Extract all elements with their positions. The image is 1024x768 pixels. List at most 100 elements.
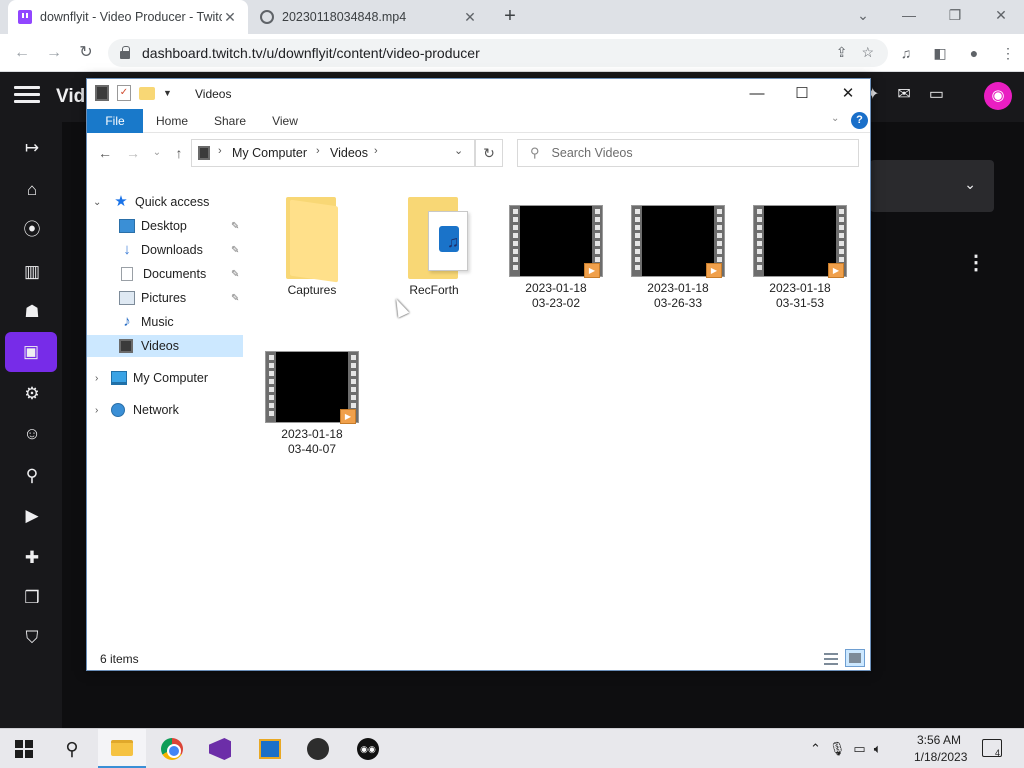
search-input[interactable]: ⚲ Search Videos [517,139,859,167]
taskbar-obs[interactable] [294,729,342,768]
close-icon[interactable]: ✕ [825,79,871,109]
taskbar-recorder[interactable]: ◉◉ [344,729,392,768]
side-panel-icon[interactable]: ◧ [928,41,952,65]
breadcrumb-separator-icon[interactable]: › [218,145,222,157]
recent-locations-icon[interactable]: ⌄ [147,143,167,163]
breadcrumb-separator-icon[interactable]: › [316,145,320,157]
nav-videos[interactable]: Videos [87,335,243,357]
file-item-video[interactable]: ▶ 2023-01-18 03-23-02 [501,205,611,311]
viewer-rewards-icon[interactable]: ☺ [14,422,50,446]
forward-icon[interactable]: → [42,41,66,65]
camera-icon[interactable]: ▶ [14,504,50,528]
explorer-address-bar[interactable]: › My Computer › Videos › ⌄ [191,139,475,167]
taskbar-store[interactable] [246,729,294,768]
media-control-icon[interactable]: ♫ [894,41,918,65]
large-icons-view-icon[interactable] [845,649,865,667]
back-icon[interactable]: ← [95,143,115,163]
analytics-icon[interactable]: ▥ [14,260,50,284]
nav-music[interactable]: ♪ Music [87,311,243,333]
properties-icon[interactable]: ✓ [117,85,131,101]
search-icon[interactable]: ⚲ [48,729,96,768]
up-icon[interactable]: ↑ [169,143,189,163]
notifications-icon[interactable]: 4 [982,739,1002,758]
back-icon[interactable]: ← [10,41,34,65]
breadcrumb-my-computer[interactable]: My Computer [232,146,307,160]
pin-icon[interactable]: ✎ [231,293,239,304]
pin-icon[interactable]: ✎ [231,245,239,256]
nav-downloads[interactable]: ↓ Downloads ✎ [87,239,243,261]
start-button[interactable] [0,729,48,768]
ribbon-tab-view[interactable]: View [265,109,305,133]
restore-icon[interactable]: ❐ [932,0,978,30]
file-item-video[interactable]: ▶ 2023-01-18 03-26-33 [623,205,733,311]
file-item-captures[interactable]: Captures [257,189,367,298]
address-bar[interactable]: dashboard.twitch.tv/u/downflyit/content/… [108,39,888,67]
hamburger-icon[interactable] [14,86,40,108]
share-icon[interactable]: ⇪ [836,44,848,61]
reload-icon[interactable]: ↻ [74,41,98,65]
shield-icon[interactable]: ⛉ [14,626,50,650]
nav-quick-access[interactable]: ⌄ ★ Quick access [87,191,243,213]
profile-icon[interactable]: ● [962,41,986,65]
customize-toolbar-icon[interactable]: ▼ [163,88,172,98]
collapse-icon[interactable]: ↦ [14,136,50,160]
avatar[interactable]: ◉ [984,82,1012,110]
chevron-up-icon[interactable]: ⌃ [810,741,821,757]
tab-search-icon[interactable]: ⌄ [840,0,886,30]
breadcrumb-videos[interactable]: Videos [330,146,368,160]
details-view-icon[interactable] [821,649,841,667]
bookmark-star-icon[interactable]: ☆ [861,44,874,61]
file-item-video[interactable]: ▶ 2023-01-18 03-31-53 [745,205,855,311]
volume-icon[interactable]: 🔈︎ [874,741,882,757]
chevron-right-icon[interactable]: › [95,405,98,416]
file-item-video[interactable]: ▶ 2023-01-18 03-40-07 [257,351,367,457]
nav-network[interactable]: › Network [87,399,243,421]
refresh-button[interactable]: ↻ [475,139,503,167]
whispers-icon[interactable]: ▭ [929,84,944,104]
more-options-icon[interactable]: ⋮ [966,250,986,275]
pin-icon[interactable]: ✎ [231,221,239,232]
minimize-icon[interactable]: — [734,79,780,109]
twitch-dropdown[interactable]: ⌄ [870,160,994,212]
tab-video-file[interactable]: 20230118034848.mp4 ✕ [250,0,488,34]
close-icon[interactable]: ✕ [462,9,478,26]
microphone-icon[interactable]: 🎙︎ [829,741,846,757]
new-folder-icon[interactable] [139,86,155,100]
file-item-recforth[interactable]: ♫ RecForth [379,189,489,298]
community-icon[interactable]: ☗ [14,300,50,324]
breadcrumb-separator-icon[interactable]: › [374,145,378,157]
clock[interactable]: 3:56 AM 1/18/2023 [914,732,967,766]
minimize-icon[interactable]: — [886,0,932,30]
taskbar-chrome[interactable] [148,729,196,768]
settings-icon[interactable]: ⚙ [14,382,50,406]
tab-twitch[interactable]: downflyit - Video Producer - Twitch ✕ [8,0,248,34]
close-icon[interactable]: ✕ [222,9,238,26]
nav-pictures[interactable]: Pictures ✎ [87,287,243,309]
home-icon[interactable]: ⌂ [14,178,50,202]
forward-icon[interactable]: → [123,143,143,163]
chevron-down-icon[interactable]: ⌄ [454,144,463,157]
help-icon[interactable]: ? [851,112,868,129]
close-icon[interactable]: ✕ [978,0,1024,30]
new-tab-button[interactable]: + [498,4,522,28]
ribbon-tab-file[interactable]: File [87,109,143,133]
inbox-icon[interactable]: ✉ [897,84,910,104]
nav-my-computer[interactable]: › My Computer [87,367,243,389]
pin-icon[interactable]: ✎ [231,269,239,280]
chevron-down-icon[interactable]: ⌄ [93,197,101,208]
extensions-icon[interactable]: ✚ [14,546,50,570]
add-user-icon[interactable]: ⚲ [14,464,50,488]
content-icon[interactable]: ▣ [5,332,57,372]
expand-ribbon-icon[interactable]: ⌄ [831,113,839,124]
stream-icon[interactable]: ⦿ [14,218,50,242]
book-icon[interactable]: ❒ [14,586,50,610]
ribbon-tab-home[interactable]: Home [149,109,195,133]
menu-kebab-icon[interactable]: ⋮ [996,41,1020,65]
taskbar-file-explorer[interactable] [98,729,146,768]
taskbar-visual-studio[interactable] [196,729,244,768]
nav-documents[interactable]: Documents ✎ [87,263,243,285]
chevron-right-icon[interactable]: › [95,373,98,384]
nav-desktop[interactable]: Desktop ✎ [87,215,243,237]
ribbon-tab-share[interactable]: Share [207,109,253,133]
maximize-icon[interactable]: ☐ [779,79,825,109]
